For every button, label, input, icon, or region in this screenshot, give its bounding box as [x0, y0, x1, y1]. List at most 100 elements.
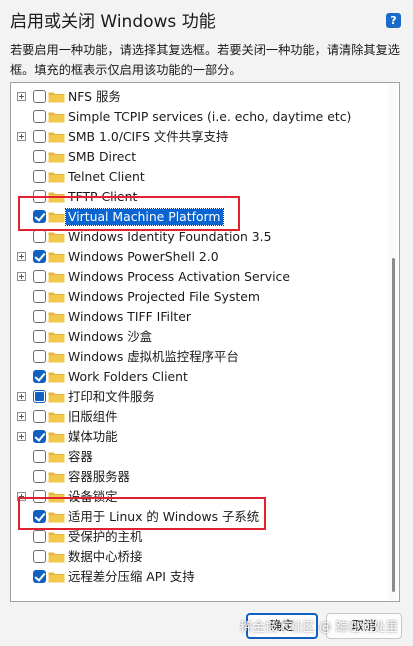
feature-label: 适用于 Linux 的 Windows 子系统 [68, 509, 260, 524]
feature-row[interactable]: 数据中心桥接 [11, 547, 389, 567]
feature-checkbox[interactable] [33, 190, 46, 203]
expand-icon[interactable] [17, 392, 26, 401]
feature-checkbox[interactable] [33, 390, 46, 403]
dialog-title: 启用或关闭 Windows 功能 [10, 12, 216, 32]
dialog-description: 若要启用一种功能，请选择其复选框。若要关闭一种功能，请清除其复选框。填充的框表示… [10, 43, 400, 77]
feature-row[interactable]: 远程差分压缩 API 支持 [11, 567, 389, 587]
folder-icon [48, 392, 65, 403]
folder-icon [48, 92, 65, 103]
folder-icon [48, 172, 65, 183]
feature-row[interactable]: 容器 [11, 447, 389, 467]
feature-row[interactable]: 打印和文件服务 [11, 387, 389, 407]
feature-label: 容器服务器 [68, 469, 130, 484]
folder-icon [48, 332, 65, 343]
feature-row[interactable]: Windows Process Activation Service [11, 267, 389, 287]
folder-icon [48, 432, 65, 443]
feature-label: 受保护的主机 [68, 529, 143, 544]
folder-icon [48, 212, 65, 223]
feature-row[interactable]: Windows 沙盒 [11, 327, 389, 347]
expand-icon[interactable] [17, 432, 26, 441]
feature-row[interactable]: Windows 虚拟机监控程序平台 [11, 347, 389, 367]
feature-checkbox[interactable] [33, 270, 46, 283]
folder-icon [48, 532, 65, 543]
folder-icon [48, 412, 65, 423]
feature-checkbox[interactable] [33, 210, 46, 223]
folder-icon [48, 512, 65, 523]
feature-row[interactable]: 容器服务器 [11, 467, 389, 487]
feature-checkbox[interactable] [33, 490, 46, 503]
folder-icon [48, 492, 65, 503]
expand-icon[interactable] [17, 272, 26, 281]
feature-checkbox[interactable] [33, 250, 46, 263]
feature-label: Windows TIFF IFilter [68, 309, 192, 324]
feature-label: Windows 沙盒 [68, 329, 153, 344]
folder-icon [48, 572, 65, 583]
feature-label: SMB Direct [68, 149, 137, 164]
feature-row[interactable]: 媒体功能 [11, 427, 389, 447]
help-icon[interactable]: ? [386, 13, 401, 28]
feature-checkbox[interactable] [33, 290, 46, 303]
feature-checkbox[interactable] [33, 510, 46, 523]
feature-checkbox[interactable] [33, 370, 46, 383]
feature-row[interactable]: Windows Projected File System [11, 287, 389, 307]
feature-checkbox[interactable] [33, 310, 46, 323]
expand-icon[interactable] [17, 492, 26, 501]
feature-checkbox[interactable] [33, 90, 46, 103]
folder-icon [48, 452, 65, 463]
expand-icon[interactable] [17, 92, 26, 101]
feature-row[interactable]: 适用于 Linux 的 Windows 子系统 [11, 507, 389, 527]
expand-icon[interactable] [17, 412, 26, 421]
feature-checkbox[interactable] [33, 150, 46, 163]
scrollbar[interactable] [388, 83, 398, 601]
expand-icon[interactable] [17, 132, 26, 141]
feature-row[interactable]: SMB Direct [11, 147, 389, 167]
cancel-button[interactable]: 取消 [326, 613, 402, 639]
folder-icon [48, 112, 65, 123]
feature-row[interactable]: Windows PowerShell 2.0 [11, 247, 389, 267]
feature-label: 媒体功能 [68, 429, 118, 444]
feature-label: 旧版组件 [68, 409, 118, 424]
feature-row[interactable]: Telnet Client [11, 167, 389, 187]
folder-icon [48, 312, 65, 323]
feature-checkbox[interactable] [33, 450, 46, 463]
folder-icon [48, 352, 65, 363]
feature-checkbox[interactable] [33, 110, 46, 123]
feature-row[interactable]: Virtual Machine Platform [11, 207, 389, 227]
feature-row[interactable]: 设备锁定 [11, 487, 389, 507]
feature-label: Virtual Machine Platform [65, 208, 224, 226]
feature-checkbox[interactable] [33, 530, 46, 543]
folder-icon [48, 372, 65, 383]
feature-label: Windows 虚拟机监控程序平台 [68, 349, 239, 364]
feature-checkbox[interactable] [33, 350, 46, 363]
expand-icon[interactable] [17, 252, 26, 261]
feature-row[interactable]: Simple TCPIP services (i.e. echo, daytim… [11, 107, 389, 127]
feature-row[interactable]: Windows TIFF IFilter [11, 307, 389, 327]
feature-checkbox[interactable] [33, 230, 46, 243]
feature-checkbox[interactable] [33, 570, 46, 583]
features-list[interactable]: 远程差分压缩 API 支持 数据中心桥接 受保护的主机 适用于 Linux 的 Win… [10, 82, 400, 602]
ok-button[interactable]: 确定 [246, 613, 318, 639]
feature-checkbox[interactable] [33, 430, 46, 443]
feature-row[interactable]: Windows Identity Foundation 3.5 [11, 227, 389, 247]
feature-label: Windows Process Activation Service [68, 269, 290, 284]
feature-label: SMB 1.0/CIFS 文件共享支持 [68, 129, 229, 144]
feature-label: Windows Identity Foundation 3.5 [68, 229, 272, 244]
feature-checkbox[interactable] [33, 130, 46, 143]
feature-row[interactable]: NFS 服务 [11, 87, 389, 107]
feature-label: 打印和文件服务 [68, 389, 155, 404]
feature-checkbox[interactable] [33, 470, 46, 483]
feature-row[interactable]: Work Folders Client [11, 367, 389, 387]
feature-row[interactable]: SMB 1.0/CIFS 文件共享支持 [11, 127, 389, 147]
feature-checkbox[interactable] [33, 550, 46, 563]
feature-label: 远程差分压缩 API 支持 [68, 569, 195, 584]
feature-checkbox[interactable] [33, 330, 46, 343]
feature-row[interactable]: 旧版组件 [11, 407, 389, 427]
folder-icon [48, 552, 65, 563]
feature-row[interactable]: 受保护的主机 [11, 527, 389, 547]
scrollbar-thumb[interactable] [392, 258, 395, 592]
feature-label: Windows Projected File System [68, 289, 260, 304]
feature-label: Windows PowerShell 2.0 [68, 249, 219, 264]
feature-checkbox[interactable] [33, 410, 46, 423]
feature-checkbox[interactable] [33, 170, 46, 183]
feature-row[interactable]: TFTP Client [11, 187, 389, 207]
